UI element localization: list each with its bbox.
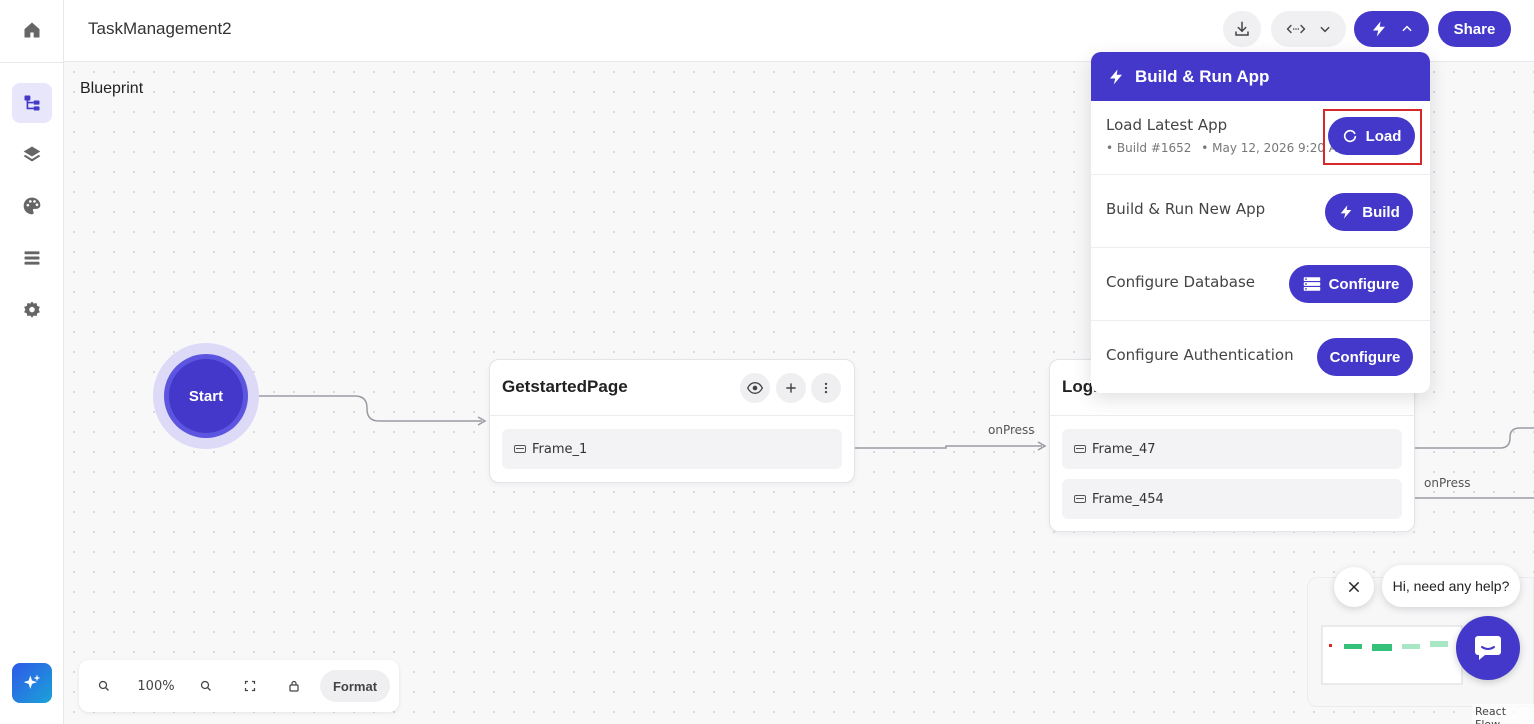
frame-label: Frame_454: [1092, 491, 1164, 507]
fit-view-button[interactable]: [242, 676, 258, 696]
node-divider: [1050, 415, 1414, 416]
lightning-icon: [1340, 205, 1352, 219]
build-meta: • Build #1652 • May 12, 2026 9:20 AM: [1106, 141, 1347, 155]
zoom-in-button[interactable]: [198, 676, 214, 696]
more-vertical-icon: [824, 382, 828, 394]
build-number: • Build #1652: [1106, 141, 1192, 155]
chevron-up-icon: [1401, 25, 1412, 32]
sidebar-divider: [0, 62, 64, 63]
dropdown-title: Build & Run App: [1135, 66, 1270, 86]
sidebar-item-theme[interactable]: [12, 186, 52, 226]
palette-icon: [23, 197, 41, 215]
share-button[interactable]: Share: [1438, 11, 1511, 47]
add-button[interactable]: [776, 373, 806, 403]
frame-icon: [514, 445, 526, 453]
download-button[interactable]: [1223, 11, 1261, 47]
configure-database-row: Configure Database Configure: [1091, 247, 1430, 320]
sidebar: [0, 0, 64, 724]
gear-icon: [24, 301, 40, 318]
zoom-in-icon: [200, 680, 211, 691]
build-button-label: Build: [1362, 203, 1400, 221]
flow-tree-icon: [24, 95, 40, 111]
fit-view-icon: [244, 680, 256, 692]
chat-close-button[interactable]: [1334, 567, 1374, 607]
frame-label: Frame_1: [532, 441, 588, 457]
home-button[interactable]: [12, 10, 52, 50]
row-label: Build & Run New App: [1106, 200, 1266, 218]
list-icon: [24, 251, 40, 265]
lock-button[interactable]: [286, 676, 302, 696]
preview-button[interactable]: [740, 373, 770, 403]
sidebar-item-settings[interactable]: [12, 290, 52, 330]
configure-auth-row: Configure Authentication Configure: [1091, 320, 1430, 393]
edge-label-onpress: onPress: [988, 423, 1035, 437]
configure-auth-button[interactable]: Configure: [1317, 338, 1413, 376]
frame-icon: [1074, 495, 1086, 503]
ai-assistant-button[interactable]: [12, 663, 52, 703]
plus-icon: [786, 383, 796, 393]
sidebar-item-blueprint[interactable]: [12, 83, 52, 123]
frame-row[interactable]: Frame_47: [1062, 429, 1402, 469]
row-label: Configure Database: [1106, 273, 1256, 291]
chat-greeting-bubble[interactable]: Hi, need any help?: [1382, 565, 1520, 607]
configure-button-label: Configure: [1328, 275, 1400, 293]
build-run-dropdown: Build & Run App Load Latest App • Build …: [1091, 52, 1430, 393]
more-options-button[interactable]: [811, 373, 841, 403]
frame-icon: [1074, 445, 1086, 453]
node-divider: [490, 415, 854, 416]
node-title: GetstartedPage: [502, 377, 628, 396]
database-icon: [1303, 277, 1320, 291]
chevron-down-icon: [1319, 26, 1330, 33]
close-icon: [1348, 581, 1360, 593]
frame-row[interactable]: Frame_1: [502, 429, 842, 469]
sparkle-icon: [23, 674, 41, 689]
configure-button-label: Configure: [1329, 348, 1401, 366]
zoom-level: 100%: [137, 678, 175, 694]
start-node[interactable]: Start: [169, 359, 243, 433]
format-button[interactable]: Format: [320, 670, 390, 702]
page-node-getstarted[interactable]: GetstartedPage Frame_1: [489, 359, 855, 483]
sidebar-item-layers[interactable]: [12, 134, 52, 174]
layers-icon: [23, 146, 41, 162]
zoom-out-button[interactable]: [96, 676, 112, 696]
frame-row[interactable]: Frame_454: [1062, 479, 1402, 519]
edge-label-onpress: onPress: [1424, 476, 1471, 490]
lightning-icon: [1372, 21, 1385, 37]
chat-launcher-button[interactable]: [1456, 616, 1520, 680]
react-flow-attribution[interactable]: React Flow: [1472, 704, 1534, 724]
configure-database-button[interactable]: Configure: [1289, 265, 1413, 303]
dropdown-header: Build & Run App: [1091, 52, 1430, 101]
build-run-menu-button[interactable]: [1354, 11, 1429, 47]
lock-icon: [289, 680, 299, 692]
sidebar-item-database[interactable]: [12, 238, 52, 278]
code-view-button[interactable]: [1271, 11, 1346, 47]
eye-icon: [747, 381, 763, 395]
row-label: Load Latest App: [1106, 116, 1228, 134]
chat-icon: [1475, 636, 1501, 660]
frame-label: Frame_47: [1092, 441, 1156, 457]
zoom-out-icon: [98, 680, 109, 691]
build-new-row: Build & Run New App Build: [1091, 174, 1430, 247]
load-button-highlight: [1323, 109, 1422, 165]
download-icon: [1235, 21, 1249, 36]
lightning-icon: [1110, 69, 1122, 84]
row-label: Configure Authentication: [1106, 346, 1294, 364]
home-icon: [24, 22, 40, 38]
canvas-label: Blueprint: [80, 80, 144, 97]
canvas-toolbar: 100% Format: [79, 660, 399, 712]
build-button[interactable]: Build: [1325, 193, 1413, 231]
code-icon: [1286, 24, 1305, 34]
app-title: TaskManagement2: [88, 19, 232, 38]
